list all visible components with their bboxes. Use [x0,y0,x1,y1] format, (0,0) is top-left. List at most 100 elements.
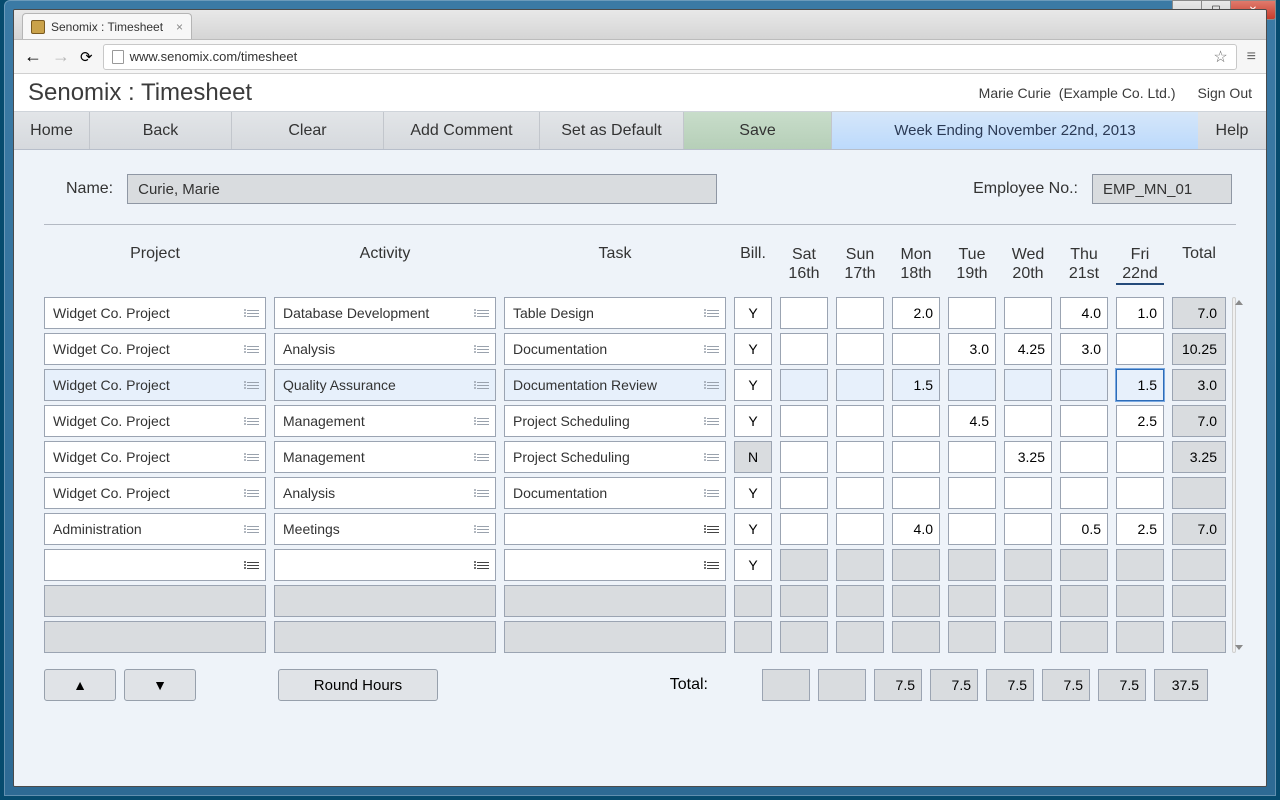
list-picker-icon[interactable] [477,382,489,389]
task-picker[interactable]: Project Scheduling [504,441,726,473]
list-picker-icon[interactable] [247,562,259,569]
hours-cell[interactable]: 3.0 [1060,333,1108,365]
hours-cell[interactable] [1060,477,1108,509]
list-picker-icon[interactable] [247,418,259,425]
hours-cell[interactable] [780,441,828,473]
hours-cell[interactable]: 2.0 [892,297,940,329]
list-picker-icon[interactable] [477,562,489,569]
list-picker-icon[interactable] [477,346,489,353]
hours-cell[interactable]: 3.25 [1004,441,1052,473]
billable-cell[interactable]: Y [734,477,772,509]
hours-cell[interactable] [1060,369,1108,401]
project-picker[interactable]: Widget Co. Project [44,477,266,509]
hours-cell[interactable] [836,333,884,365]
project-picker[interactable]: Administration [44,513,266,545]
list-picker-icon[interactable] [247,310,259,317]
activity-picker[interactable]: Quality Assurance [274,369,496,401]
task-picker[interactable]: Documentation [504,333,726,365]
employee-no-field[interactable]: EMP_MN_01 [1092,174,1232,204]
hours-cell[interactable] [892,333,940,365]
billable-cell[interactable]: Y [734,369,772,401]
hours-cell[interactable] [892,441,940,473]
hours-cell[interactable] [780,333,828,365]
activity-picker[interactable]: Analysis [274,333,496,365]
task-picker[interactable] [504,549,726,581]
row-up-button[interactable]: ▲ [44,669,116,701]
browser-menu-icon[interactable]: ≡ [1247,48,1256,66]
hours-cell[interactable] [780,369,828,401]
hours-cell[interactable] [836,405,884,437]
hours-cell[interactable] [948,441,996,473]
hours-cell[interactable]: 3.0 [948,333,996,365]
project-picker[interactable]: Widget Co. Project [44,297,266,329]
hours-cell[interactable]: 4.0 [892,513,940,545]
hours-cell[interactable] [1004,405,1052,437]
sign-out-link[interactable]: Sign Out [1198,85,1252,101]
list-picker-icon[interactable] [247,382,259,389]
list-picker-icon[interactable] [707,490,719,497]
hours-cell[interactable] [836,513,884,545]
hours-cell[interactable] [836,297,884,329]
activity-picker[interactable]: Database Development [274,297,496,329]
activity-picker[interactable]: Analysis [274,477,496,509]
hours-cell[interactable] [948,477,996,509]
task-picker[interactable]: Documentation [504,477,726,509]
set-default-button[interactable]: Set as Default [540,112,684,149]
hours-cell[interactable]: 1.5 [892,369,940,401]
hours-cell[interactable]: 4.25 [1004,333,1052,365]
task-picker[interactable]: Project Scheduling [504,405,726,437]
hours-cell[interactable] [1004,297,1052,329]
project-picker[interactable]: Widget Co. Project [44,333,266,365]
hours-cell[interactable]: 1.5 [1116,369,1164,401]
hours-cell[interactable] [948,369,996,401]
billable-cell[interactable]: Y [734,549,772,581]
row-down-button[interactable]: ▼ [124,669,196,701]
round-hours-button[interactable]: Round Hours [278,669,438,701]
url-input[interactable]: www.senomix.com/timesheet ☆ [103,44,1237,70]
hours-cell[interactable]: 1.0 [1116,297,1164,329]
list-picker-icon[interactable] [707,562,719,569]
hours-cell[interactable] [1004,513,1052,545]
hours-cell[interactable] [892,405,940,437]
list-picker-icon[interactable] [477,418,489,425]
list-picker-icon[interactable] [477,526,489,533]
rows-scrollbar[interactable] [1232,297,1236,653]
billable-cell[interactable]: N [734,441,772,473]
list-picker-icon[interactable] [247,490,259,497]
hours-cell[interactable] [1060,405,1108,437]
home-button[interactable]: Home [14,112,90,149]
activity-picker[interactable]: Management [274,441,496,473]
hours-cell[interactable] [1116,477,1164,509]
project-picker[interactable]: Widget Co. Project [44,441,266,473]
hours-cell[interactable] [780,405,828,437]
billable-cell[interactable]: Y [734,297,772,329]
hours-cell[interactable] [948,513,996,545]
task-picker[interactable] [504,513,726,545]
task-picker[interactable]: Documentation Review [504,369,726,401]
billable-cell[interactable]: Y [734,513,772,545]
activity-picker[interactable]: Meetings [274,513,496,545]
hours-cell[interactable] [1004,369,1052,401]
project-picker[interactable] [44,549,266,581]
back-button[interactable]: Back [90,112,232,149]
list-picker-icon[interactable] [247,346,259,353]
hours-cell[interactable] [892,477,940,509]
hours-cell[interactable]: 0.5 [1060,513,1108,545]
browser-tab[interactable]: Senomix : Timesheet × [22,13,192,39]
list-picker-icon[interactable] [477,310,489,317]
list-picker-icon[interactable] [707,526,719,533]
add-comment-button[interactable]: Add Comment [384,112,540,149]
hours-cell[interactable] [1116,333,1164,365]
billable-cell[interactable]: Y [734,333,772,365]
list-picker-icon[interactable] [247,454,259,461]
hours-cell[interactable] [1004,477,1052,509]
hours-cell[interactable] [836,369,884,401]
list-picker-icon[interactable] [707,454,719,461]
bookmark-star-icon[interactable]: ☆ [1213,47,1227,67]
list-picker-icon[interactable] [707,346,719,353]
hours-cell[interactable] [1060,441,1108,473]
save-button[interactable]: Save [684,112,832,149]
hours-cell[interactable] [1116,441,1164,473]
list-picker-icon[interactable] [477,454,489,461]
list-picker-icon[interactable] [477,490,489,497]
